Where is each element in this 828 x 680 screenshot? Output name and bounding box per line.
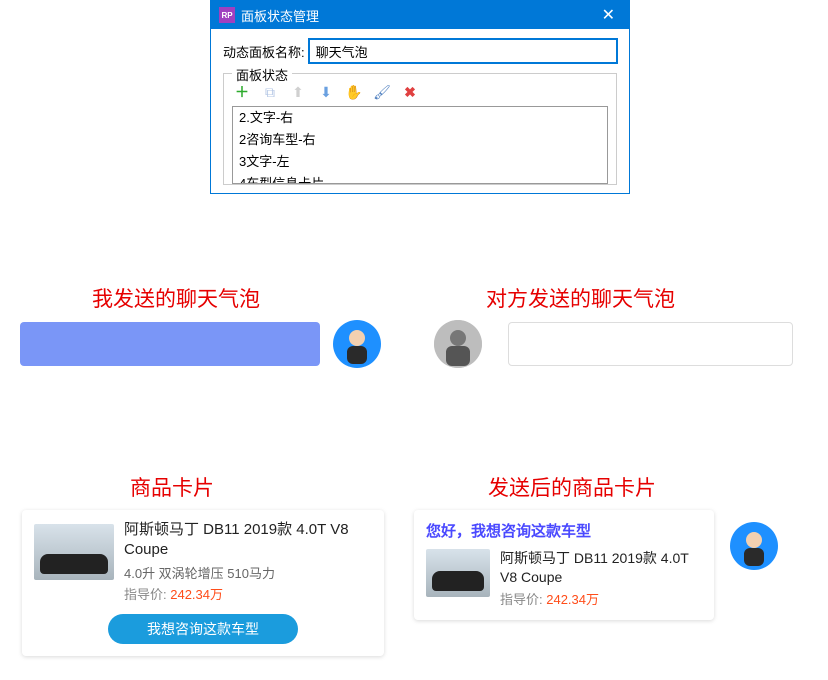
price-row: 指导价: 242.34万 [500, 591, 702, 609]
avatar-face-icon [730, 522, 778, 570]
price-value: 242.34万 [170, 587, 223, 602]
label-product-card: 商品卡片 [130, 472, 214, 502]
car-title: 阿斯顿马丁 DB11 2019款 4.0T V8 Coupe [500, 549, 702, 587]
card-info: 阿斯顿马丁 DB11 2019款 4.0T V8 Coupe 4.0升 双涡轮增… [124, 520, 372, 604]
price-row: 指导价: 242.34万 [124, 586, 372, 604]
inquire-button[interactable]: 我想咨询这款车型 [108, 614, 298, 644]
card-info: 阿斯顿马丁 DB11 2019款 4.0T V8 Coupe 指导价: 242.… [500, 549, 702, 608]
fieldset-title: 面板状态 [232, 65, 292, 84]
name-label: 动态面板名称: [223, 42, 305, 61]
hand-icon[interactable]: ✋ [346, 84, 362, 100]
list-item[interactable]: 2咨询车型-右 [233, 129, 607, 151]
avatar-face-icon [434, 320, 482, 368]
label-sent-product-card: 发送后的商品卡片 [488, 472, 656, 502]
greeting-text: 您好，我想咨询这款车型 [426, 520, 702, 541]
car-icon [40, 554, 108, 574]
card-content-row: 阿斯顿马丁 DB11 2019款 4.0T V8 Coupe 指导价: 242.… [426, 549, 702, 608]
brush-icon[interactable]: 🖌 [374, 84, 390, 100]
product-card: 阿斯顿马丁 DB11 2019款 4.0T V8 Coupe 4.0升 双涡轮增… [22, 510, 384, 656]
other-chat-bubble [508, 322, 793, 366]
price-value: 242.34万 [546, 592, 599, 607]
label-my-bubble: 我发送的聊天气泡 [92, 283, 260, 313]
avatar-face-icon [333, 320, 381, 368]
price-label: 指导价: [124, 587, 170, 602]
close-icon[interactable]: ✕ [596, 5, 621, 25]
avatar-self [333, 320, 381, 368]
avatar-self-small [730, 522, 778, 570]
dialog-body: 动态面板名称: 面板状态 ＋ ⧉ ⬆ ⬇ ✋ 🖌 ✖ 2.文字-右 2咨询车型-… [211, 29, 629, 193]
car-thumbnail [34, 524, 114, 580]
dialog-title: 面板状态管理 [241, 6, 596, 25]
states-fieldset: 面板状态 ＋ ⧉ ⬆ ⬇ ✋ 🖌 ✖ 2.文字-右 2咨询车型-右 3文字-左 … [223, 73, 617, 185]
name-row: 动态面板名称: [223, 39, 617, 63]
my-chat-bubble [20, 322, 320, 366]
car-title: 阿斯顿马丁 DB11 2019款 4.0T V8 Coupe [124, 520, 372, 561]
dialog-titlebar[interactable]: RP 面板状态管理 ✕ [211, 1, 629, 29]
sent-product-card: 您好，我想咨询这款车型 阿斯顿马丁 DB11 2019款 4.0T V8 Cou… [414, 510, 714, 620]
state-list[interactable]: 2.文字-右 2咨询车型-右 3文字-左 4车型信息卡片 [232, 106, 608, 184]
list-item[interactable]: 2.文字-右 [233, 107, 607, 129]
move-down-icon[interactable]: ⬇ [318, 84, 334, 100]
panel-state-dialog: RP 面板状态管理 ✕ 动态面板名称: 面板状态 ＋ ⧉ ⬆ ⬇ ✋ 🖌 ✖ 2… [210, 0, 630, 194]
duplicate-state-icon[interactable]: ⧉ [262, 84, 278, 100]
move-up-icon[interactable]: ⬆ [290, 84, 306, 100]
delete-state-icon[interactable]: ✖ [402, 84, 418, 100]
label-other-bubble: 对方发送的聊天气泡 [486, 283, 675, 313]
car-spec: 4.0升 双涡轮增压 510马力 [124, 565, 372, 583]
car-icon [432, 571, 484, 591]
add-state-icon[interactable]: ＋ [234, 84, 250, 100]
panel-name-input[interactable] [309, 39, 617, 63]
price-label: 指导价: [500, 592, 546, 607]
avatar-other [434, 320, 482, 368]
list-item[interactable]: 4车型信息卡片 [233, 173, 607, 184]
card-content-row: 阿斯顿马丁 DB11 2019款 4.0T V8 Coupe 4.0升 双涡轮增… [34, 520, 372, 604]
app-icon: RP [219, 7, 235, 23]
list-item[interactable]: 3文字-左 [233, 151, 607, 173]
car-thumbnail [426, 549, 490, 597]
